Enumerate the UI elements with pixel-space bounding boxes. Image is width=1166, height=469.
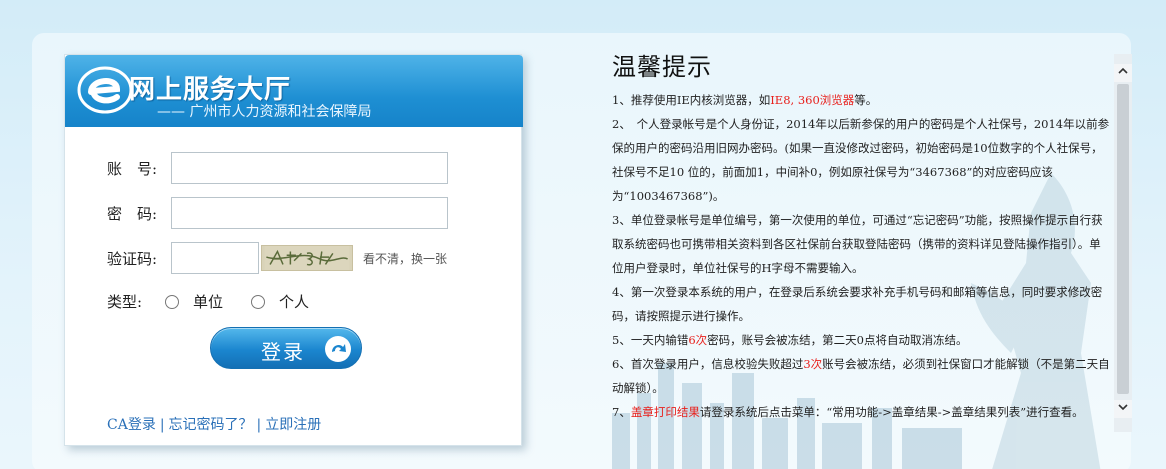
radio-personal-label[interactable]: 个人	[279, 291, 309, 312]
radio-unit[interactable]	[165, 294, 179, 309]
notice-text: 密码，账号会被冻结，第二天0点将自动取消冻结。	[707, 333, 968, 347]
notice-text: 6、首次登录用户，信息校验失败超过	[612, 357, 804, 371]
link-separator: |	[159, 417, 165, 433]
chevron-down-icon[interactable]	[1114, 400, 1132, 418]
bottom-links: CA登录 | 忘记密码了？ | 立即注册	[107, 414, 321, 434]
type-row: 类型: 单位 个人	[107, 291, 337, 312]
notice-text: 请登录系统后点击菜单：“常用功能->盖章结果->盖章结果列表”进行查看。	[699, 405, 1084, 419]
notice-item: 5、一天内输错6次密码，账号会被冻结，第二天0点将自动取消冻结。	[612, 328, 1112, 352]
chevron-up-icon[interactable]	[1114, 64, 1132, 82]
account-input[interactable]	[171, 152, 448, 184]
notice-list: 1、推荐使用IE内核浏览器，如IE8, 360浏览器等。 2、 个人登录帐号是个人…	[612, 88, 1112, 430]
radio-unit-label[interactable]: 单位	[193, 291, 223, 312]
register-link[interactable]: 立即注册	[265, 417, 321, 433]
notice-highlight: 3次	[803, 357, 823, 371]
notice-highlight: 盖章打印结果	[630, 405, 700, 419]
radio-personal[interactable]	[251, 294, 266, 309]
notice-text: 4、第一次登录本系统的用户，在登录后系统会要求补充手机号码和邮箱等信息，同时要求…	[612, 285, 1103, 323]
captcha-refresh-link[interactable]: 看不清，换一张	[363, 250, 447, 267]
notice-item: 6、首次登录用户，信息校验失败超过3次账号会被冻结，必须到社保窗口才能解锁（不是…	[612, 352, 1112, 400]
e-logo-icon	[77, 66, 133, 114]
notice-title: 温馨提示	[612, 53, 712, 81]
notice-text: 2、 个人登录帐号是个人身份证，2014年以后新参保的用户的密码是个人社保号，2…	[612, 117, 1110, 203]
ca-login-link[interactable]: CA登录	[107, 417, 156, 433]
link-separator: |	[256, 417, 262, 433]
forgot-password-link[interactable]: 忘记密码了？	[169, 417, 253, 433]
account-row: 账 号:	[107, 152, 448, 184]
notice-text: 5、一天内输错	[612, 333, 689, 347]
notice-item: 3、单位登录帐号是单位编号，第一次使用的单位，可通过“忘记密码”功能，按照操作提…	[612, 208, 1112, 280]
password-label: 密 码:	[107, 204, 158, 223]
notice-highlight: 6次	[688, 333, 708, 347]
password-input[interactable]	[171, 197, 448, 229]
captcha-row: 验证码: 看不清，换一张	[107, 242, 447, 274]
notice-item: 1、推荐使用IE内核浏览器，如IE8, 360浏览器等。	[612, 88, 1112, 112]
account-label: 账 号:	[107, 159, 158, 178]
type-label: 类型:	[107, 293, 143, 311]
password-row: 密 码:	[107, 197, 448, 229]
notice-item: 4、第一次登录本系统的用户，在登录后系统会要求补充手机号码和邮箱等信息，同时要求…	[612, 280, 1112, 328]
notice-scrollbar[interactable]	[1114, 54, 1132, 432]
notice-text: 7、	[612, 405, 631, 419]
site-subtitle: —— 广州市人力资源和社会保障局	[157, 104, 372, 120]
captcha-image[interactable]	[261, 245, 353, 271]
type-radio-group: 单位 个人	[165, 291, 337, 312]
login-button-label: 登录	[261, 340, 305, 364]
captcha-label: 验证码:	[107, 249, 158, 268]
notice-text: 等。	[854, 93, 878, 107]
arrow-circle-icon	[325, 336, 351, 362]
captcha-input[interactable]	[171, 242, 259, 274]
notice-item: 2、 个人登录帐号是个人身份证，2014年以后新参保的用户的密码是个人社保号，2…	[612, 112, 1112, 208]
notice-highlight: IE8, 360浏览器	[770, 93, 855, 107]
login-box: 网上服务大厅 —— 广州市人力资源和社会保障局 账 号: 密 码: 验证码: 看…	[64, 54, 523, 446]
notice-text: 1、推荐使用IE内核浏览器，如	[612, 93, 771, 107]
notice-text: 3、单位登录帐号是单位编号，第一次使用的单位，可通过“忘记密码”功能，按照操作提…	[612, 213, 1103, 275]
login-header: 网上服务大厅 —— 广州市人力资源和社会保障局	[65, 55, 523, 127]
notice-item: 7、盖章打印结果请登录系统后点击菜单：“常用功能->盖章结果->盖章结果列表”进…	[612, 400, 1112, 424]
login-button[interactable]: 登录	[210, 327, 362, 369]
scrollbar-thumb[interactable]	[1117, 84, 1129, 394]
